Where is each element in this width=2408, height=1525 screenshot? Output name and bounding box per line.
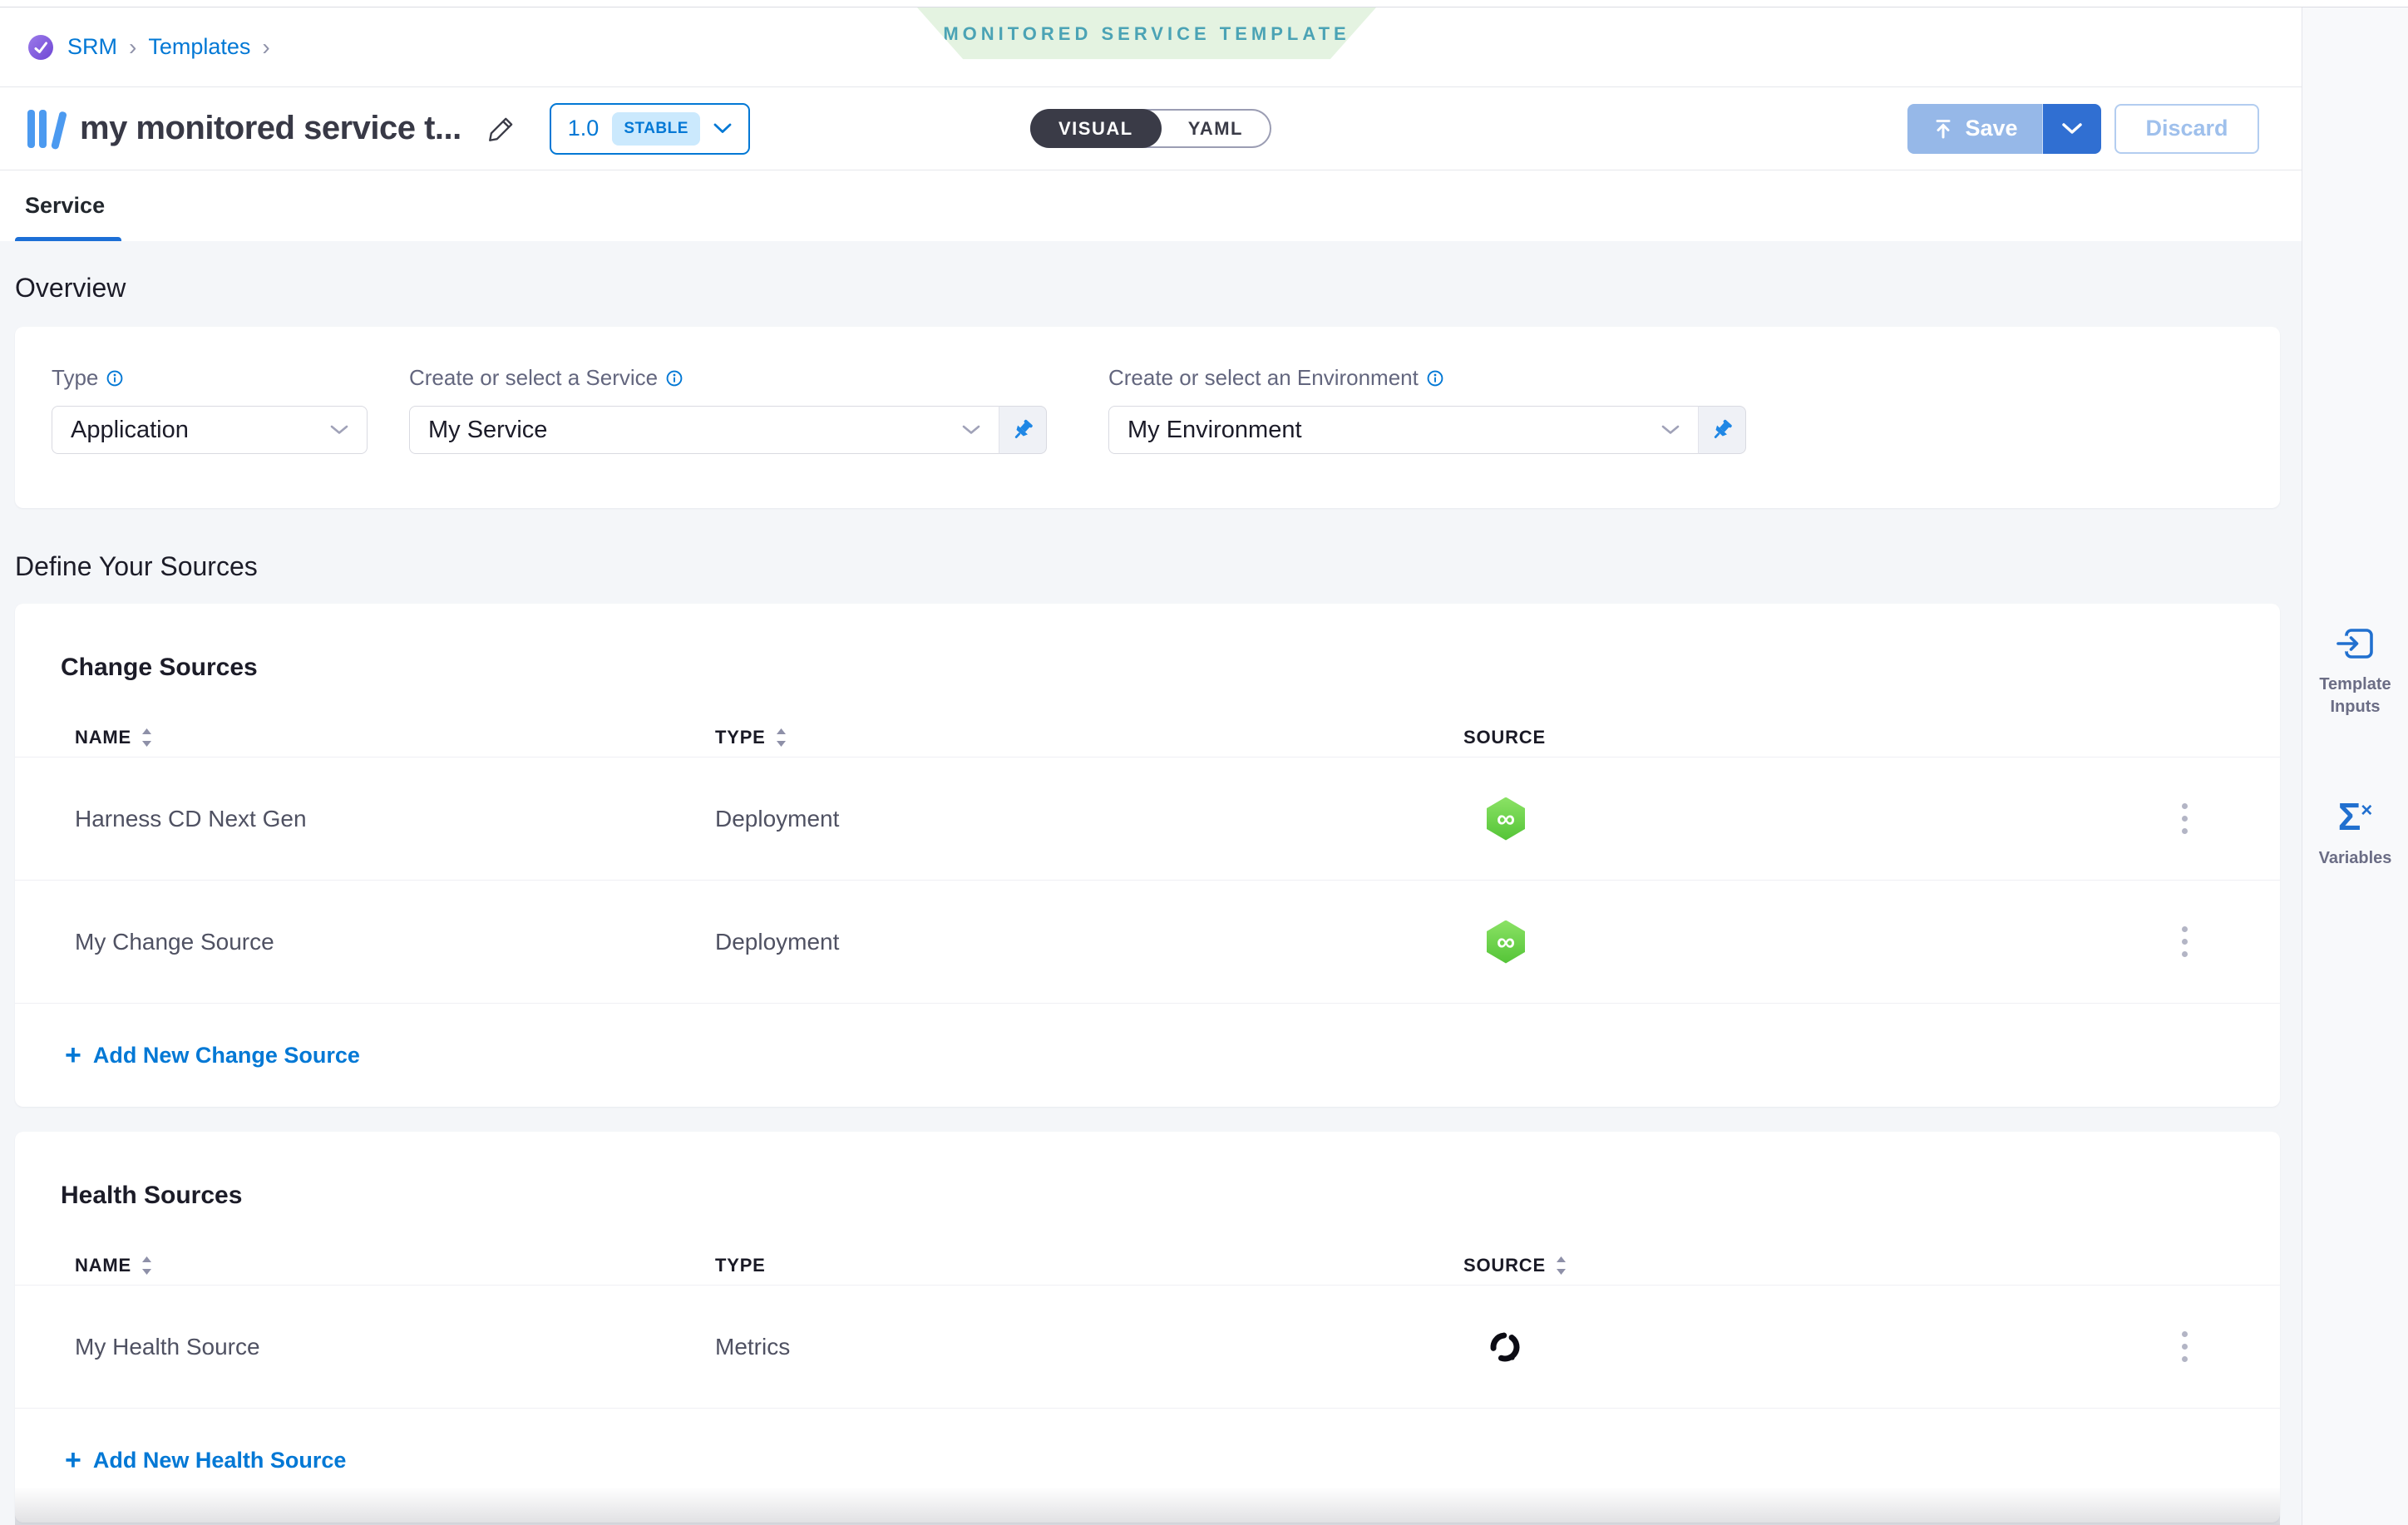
harness-cd-icon: ∞ xyxy=(1487,920,1525,964)
health-sources-table-header: NAME TYPE SOURCE xyxy=(15,1246,2280,1285)
sort-icon xyxy=(141,727,152,748)
version-stable-badge: STABLE xyxy=(612,112,700,146)
breadcrumb-templates[interactable]: Templates xyxy=(148,34,250,60)
table-row[interactable]: Harness CD Next Gen Deployment ∞ xyxy=(15,758,2280,880)
variables-button[interactable]: Σ× Variables xyxy=(2310,797,2401,870)
tab-bar: Service xyxy=(0,170,2302,241)
badge-label: MONITORED SERVICE TEMPLATE xyxy=(943,23,1350,45)
overview-card: Type Application Create or select a Serv… xyxy=(15,327,2280,508)
save-button[interactable]: Save xyxy=(1907,104,2043,154)
version-number: 1.0 xyxy=(568,116,600,141)
chevron-down-icon xyxy=(1661,425,1680,435)
appdynamics-icon xyxy=(1487,1329,1523,1365)
change-source-name: My Change Source xyxy=(75,929,715,955)
breadcrumb-separator-icon: › xyxy=(262,34,269,61)
service-label: Create or select a Service xyxy=(409,365,658,391)
chevron-down-icon xyxy=(962,425,980,435)
discard-button[interactable]: Discard xyxy=(2114,104,2259,154)
chevron-down-icon xyxy=(330,425,348,435)
environment-select[interactable]: My Environment xyxy=(1108,406,1699,454)
change-source-name: Harness CD Next Gen xyxy=(75,806,715,832)
tab-service[interactable]: Service xyxy=(0,193,105,219)
define-your-sources-heading: Define Your Sources xyxy=(15,551,2280,582)
template-title: my monitored service t... xyxy=(80,110,461,147)
health-source-name: My Health Source xyxy=(75,1334,715,1360)
template-library-icon xyxy=(27,110,58,148)
type-select[interactable]: Application xyxy=(52,406,368,454)
app-window: MONITORED SERVICE TEMPLATE SRM › Templat… xyxy=(0,0,2408,1525)
sort-icon xyxy=(1556,1255,1567,1276)
environment-field: Create or select an Environment My Envir… xyxy=(1108,365,1746,470)
template-inputs-button[interactable]: Template Inputs xyxy=(2310,624,2401,718)
type-field: Type Application xyxy=(52,365,368,470)
health-source-type: Metrics xyxy=(715,1334,1463,1360)
pin-environment-button[interactable] xyxy=(1698,406,1746,454)
monitored-service-template-badge: MONITORED SERVICE TEMPLATE xyxy=(917,7,1376,61)
header-actions: Save Discard xyxy=(1907,104,2259,154)
add-new-health-source-button[interactable]: + Add New Health Source xyxy=(15,1409,2280,1512)
overview-heading: Overview xyxy=(15,273,2280,304)
toggle-yaml[interactable]: YAML xyxy=(1162,118,1270,140)
plus-icon: + xyxy=(65,1041,81,1069)
sort-icon xyxy=(776,727,787,748)
plus-icon: + xyxy=(65,1446,81,1474)
change-source-type: Deployment xyxy=(715,806,1463,832)
pin-icon xyxy=(1010,417,1035,442)
type-label: Type xyxy=(52,365,98,391)
add-new-change-source-button[interactable]: + Add New Change Source xyxy=(15,1004,2280,1107)
environment-label: Create or select an Environment xyxy=(1108,365,1419,391)
health-sources-card: Health Sources NAME TYPE SOURCE xyxy=(15,1132,2280,1523)
top-divider xyxy=(0,0,2408,7)
visual-yaml-toggle: VISUAL YAML xyxy=(1030,109,1271,148)
chevron-down-icon xyxy=(2061,122,2083,135)
row-menu-icon[interactable] xyxy=(2174,1323,2196,1370)
table-row[interactable]: My Change Source Deployment ∞ xyxy=(15,881,2280,1003)
change-sources-card: Change Sources NAME TYPE SOURCE xyxy=(15,604,2280,1107)
service-select[interactable]: My Service xyxy=(409,406,999,454)
save-label: Save xyxy=(1965,116,2017,141)
save-split-button: Save xyxy=(1907,104,2101,154)
change-sources-title: Change Sources xyxy=(15,604,2280,682)
variables-icon: Σ× xyxy=(2338,797,2373,837)
chevron-down-icon xyxy=(713,123,732,134)
row-menu-icon[interactable] xyxy=(2174,918,2196,965)
column-type: TYPE xyxy=(715,1255,1463,1276)
type-value: Application xyxy=(71,417,330,444)
environment-value: My Environment xyxy=(1128,417,1661,444)
toggle-visual[interactable]: VISUAL xyxy=(1030,109,1162,148)
table-row[interactable]: My Health Source Metrics xyxy=(15,1286,2280,1408)
main-area: SRM › Templates › my monitored service t… xyxy=(0,0,2302,1525)
info-icon[interactable] xyxy=(1427,370,1443,387)
harness-cd-icon: ∞ xyxy=(1487,797,1525,841)
template-inputs-icon xyxy=(2335,624,2376,664)
row-menu-icon[interactable] xyxy=(2174,795,2196,842)
srm-module-icon[interactable] xyxy=(27,34,54,61)
service-config-content: Overview Type Application Create or sele… xyxy=(0,241,2302,1525)
upload-icon xyxy=(1932,117,1955,141)
change-sources-table-header: NAME TYPE SOURCE xyxy=(15,718,2280,757)
pin-icon xyxy=(1710,417,1734,442)
service-value: My Service xyxy=(428,417,962,444)
breadcrumb-separator-icon: › xyxy=(129,34,136,61)
edit-title-icon[interactable] xyxy=(486,114,516,144)
sort-icon xyxy=(141,1255,152,1276)
variables-label: Variables xyxy=(2319,847,2392,870)
service-field: Create or select a Service My Service xyxy=(409,365,1047,470)
column-name[interactable]: NAME xyxy=(75,727,715,748)
breadcrumb-srm[interactable]: SRM xyxy=(67,34,117,60)
version-dropdown[interactable]: 1.0 STABLE xyxy=(550,103,750,155)
column-type[interactable]: TYPE xyxy=(715,727,1463,748)
column-name[interactable]: NAME xyxy=(75,1255,715,1276)
change-source-type: Deployment xyxy=(715,929,1463,955)
right-rail: Template Inputs Σ× Variables xyxy=(2302,0,2408,1525)
template-inputs-label: Template Inputs xyxy=(2310,674,2401,718)
column-source[interactable]: SOURCE xyxy=(1463,1255,2130,1276)
pin-service-button[interactable] xyxy=(999,406,1047,454)
info-icon[interactable] xyxy=(666,370,683,387)
info-icon[interactable] xyxy=(106,370,123,387)
template-header: my monitored service t... 1.0 STABLE VIS… xyxy=(0,87,2302,170)
health-sources-title: Health Sources xyxy=(15,1132,2280,1210)
column-source: SOURCE xyxy=(1463,727,2130,748)
save-options-button[interactable] xyxy=(2043,104,2101,154)
